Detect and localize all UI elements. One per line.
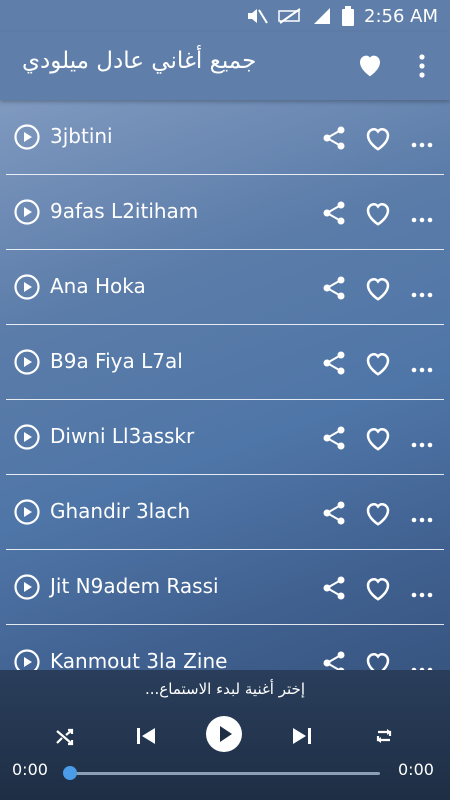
seek-thumb[interactable]: [63, 766, 77, 780]
song-title: Kanmout 3la Zine: [50, 649, 228, 670]
battery-icon: [342, 6, 354, 26]
heart-outline-icon[interactable]: [363, 574, 393, 602]
heart-outline-icon[interactable]: [363, 199, 393, 227]
current-time: 0:00: [12, 760, 48, 779]
song-row[interactable]: Jit N9adem Rassi: [0, 550, 450, 625]
song-row[interactable]: 3jbtini: [0, 100, 450, 175]
song-row[interactable]: 9afas L2itiham: [0, 175, 450, 250]
play-circle-icon[interactable]: [14, 649, 40, 670]
share-icon[interactable]: [320, 649, 348, 670]
play-circle-icon[interactable]: [14, 574, 40, 600]
song-list[interactable]: 3jbtini 9afas L2itiham Ana Hoka B9a Fiya…: [0, 100, 450, 670]
status-bar: 2:56 AM: [0, 0, 450, 32]
heart-outline-icon[interactable]: [363, 499, 393, 527]
mute-icon: [246, 6, 268, 26]
more-vert-icon[interactable]: [412, 52, 432, 80]
player-bar: إختر أغنية لبدء الاستماع... 0:00 0:00: [0, 670, 450, 800]
play-circle-icon[interactable]: [14, 199, 40, 225]
heart-outline-icon[interactable]: [363, 424, 393, 452]
repeat-icon[interactable]: [372, 724, 396, 752]
seek-bar[interactable]: [70, 772, 380, 775]
song-title: Ana Hoka: [50, 274, 146, 298]
song-title: Jit N9adem Rassi: [50, 574, 219, 598]
song-title: 3jbtini: [50, 124, 113, 148]
previous-icon[interactable]: [134, 724, 158, 752]
favorites-heart-icon[interactable]: [355, 50, 385, 80]
song-title: 9afas L2itiham: [50, 199, 199, 223]
song-title: Ghandir 3lach: [50, 499, 191, 523]
more-horiz-icon[interactable]: [410, 659, 434, 670]
more-horiz-icon[interactable]: [410, 209, 434, 223]
more-horiz-icon[interactable]: [410, 134, 434, 148]
shuffle-icon[interactable]: [54, 726, 76, 752]
heart-outline-icon[interactable]: [363, 649, 393, 670]
share-icon[interactable]: [320, 199, 348, 227]
heart-outline-icon[interactable]: [363, 349, 393, 377]
play-circle-icon[interactable]: [14, 349, 40, 375]
more-horiz-icon[interactable]: [410, 434, 434, 448]
share-icon[interactable]: [320, 349, 348, 377]
share-icon[interactable]: [320, 124, 348, 152]
signal-icon: [312, 7, 332, 25]
share-icon[interactable]: [320, 274, 348, 302]
app-bar: جميع أغاني عادل ميلودي: [0, 32, 450, 100]
next-icon[interactable]: [290, 724, 314, 752]
player-prompt: إختر أغنية لبدء الاستماع...: [145, 680, 305, 698]
share-icon[interactable]: [320, 574, 348, 602]
status-time: 2:56 AM: [364, 5, 438, 27]
song-title: Diwni Ll3asskr: [50, 424, 195, 448]
play-circle-icon[interactable]: [14, 499, 40, 525]
total-time: 0:00: [398, 760, 434, 779]
song-row[interactable]: Ghandir 3lach: [0, 475, 450, 550]
no-data-icon: [278, 7, 302, 25]
heart-outline-icon[interactable]: [363, 274, 393, 302]
song-row[interactable]: Diwni Ll3asskr: [0, 400, 450, 475]
song-row[interactable]: Kanmout 3la Zine: [0, 625, 450, 670]
play-circle-icon[interactable]: [14, 424, 40, 450]
share-icon[interactable]: [320, 499, 348, 527]
more-horiz-icon[interactable]: [410, 359, 434, 373]
song-row[interactable]: Ana Hoka: [0, 250, 450, 325]
page-title: جميع أغاني عادل ميلودي: [22, 48, 257, 74]
more-horiz-icon[interactable]: [410, 284, 434, 298]
heart-outline-icon[interactable]: [363, 124, 393, 152]
play-circle-icon[interactable]: [14, 274, 40, 300]
song-row[interactable]: B9a Fiya L7al: [0, 325, 450, 400]
play-icon[interactable]: [205, 715, 243, 757]
more-horiz-icon[interactable]: [410, 584, 434, 598]
play-circle-icon[interactable]: [14, 124, 40, 150]
more-horiz-icon[interactable]: [410, 509, 434, 523]
share-icon[interactable]: [320, 424, 348, 452]
song-title: B9a Fiya L7al: [50, 349, 183, 373]
